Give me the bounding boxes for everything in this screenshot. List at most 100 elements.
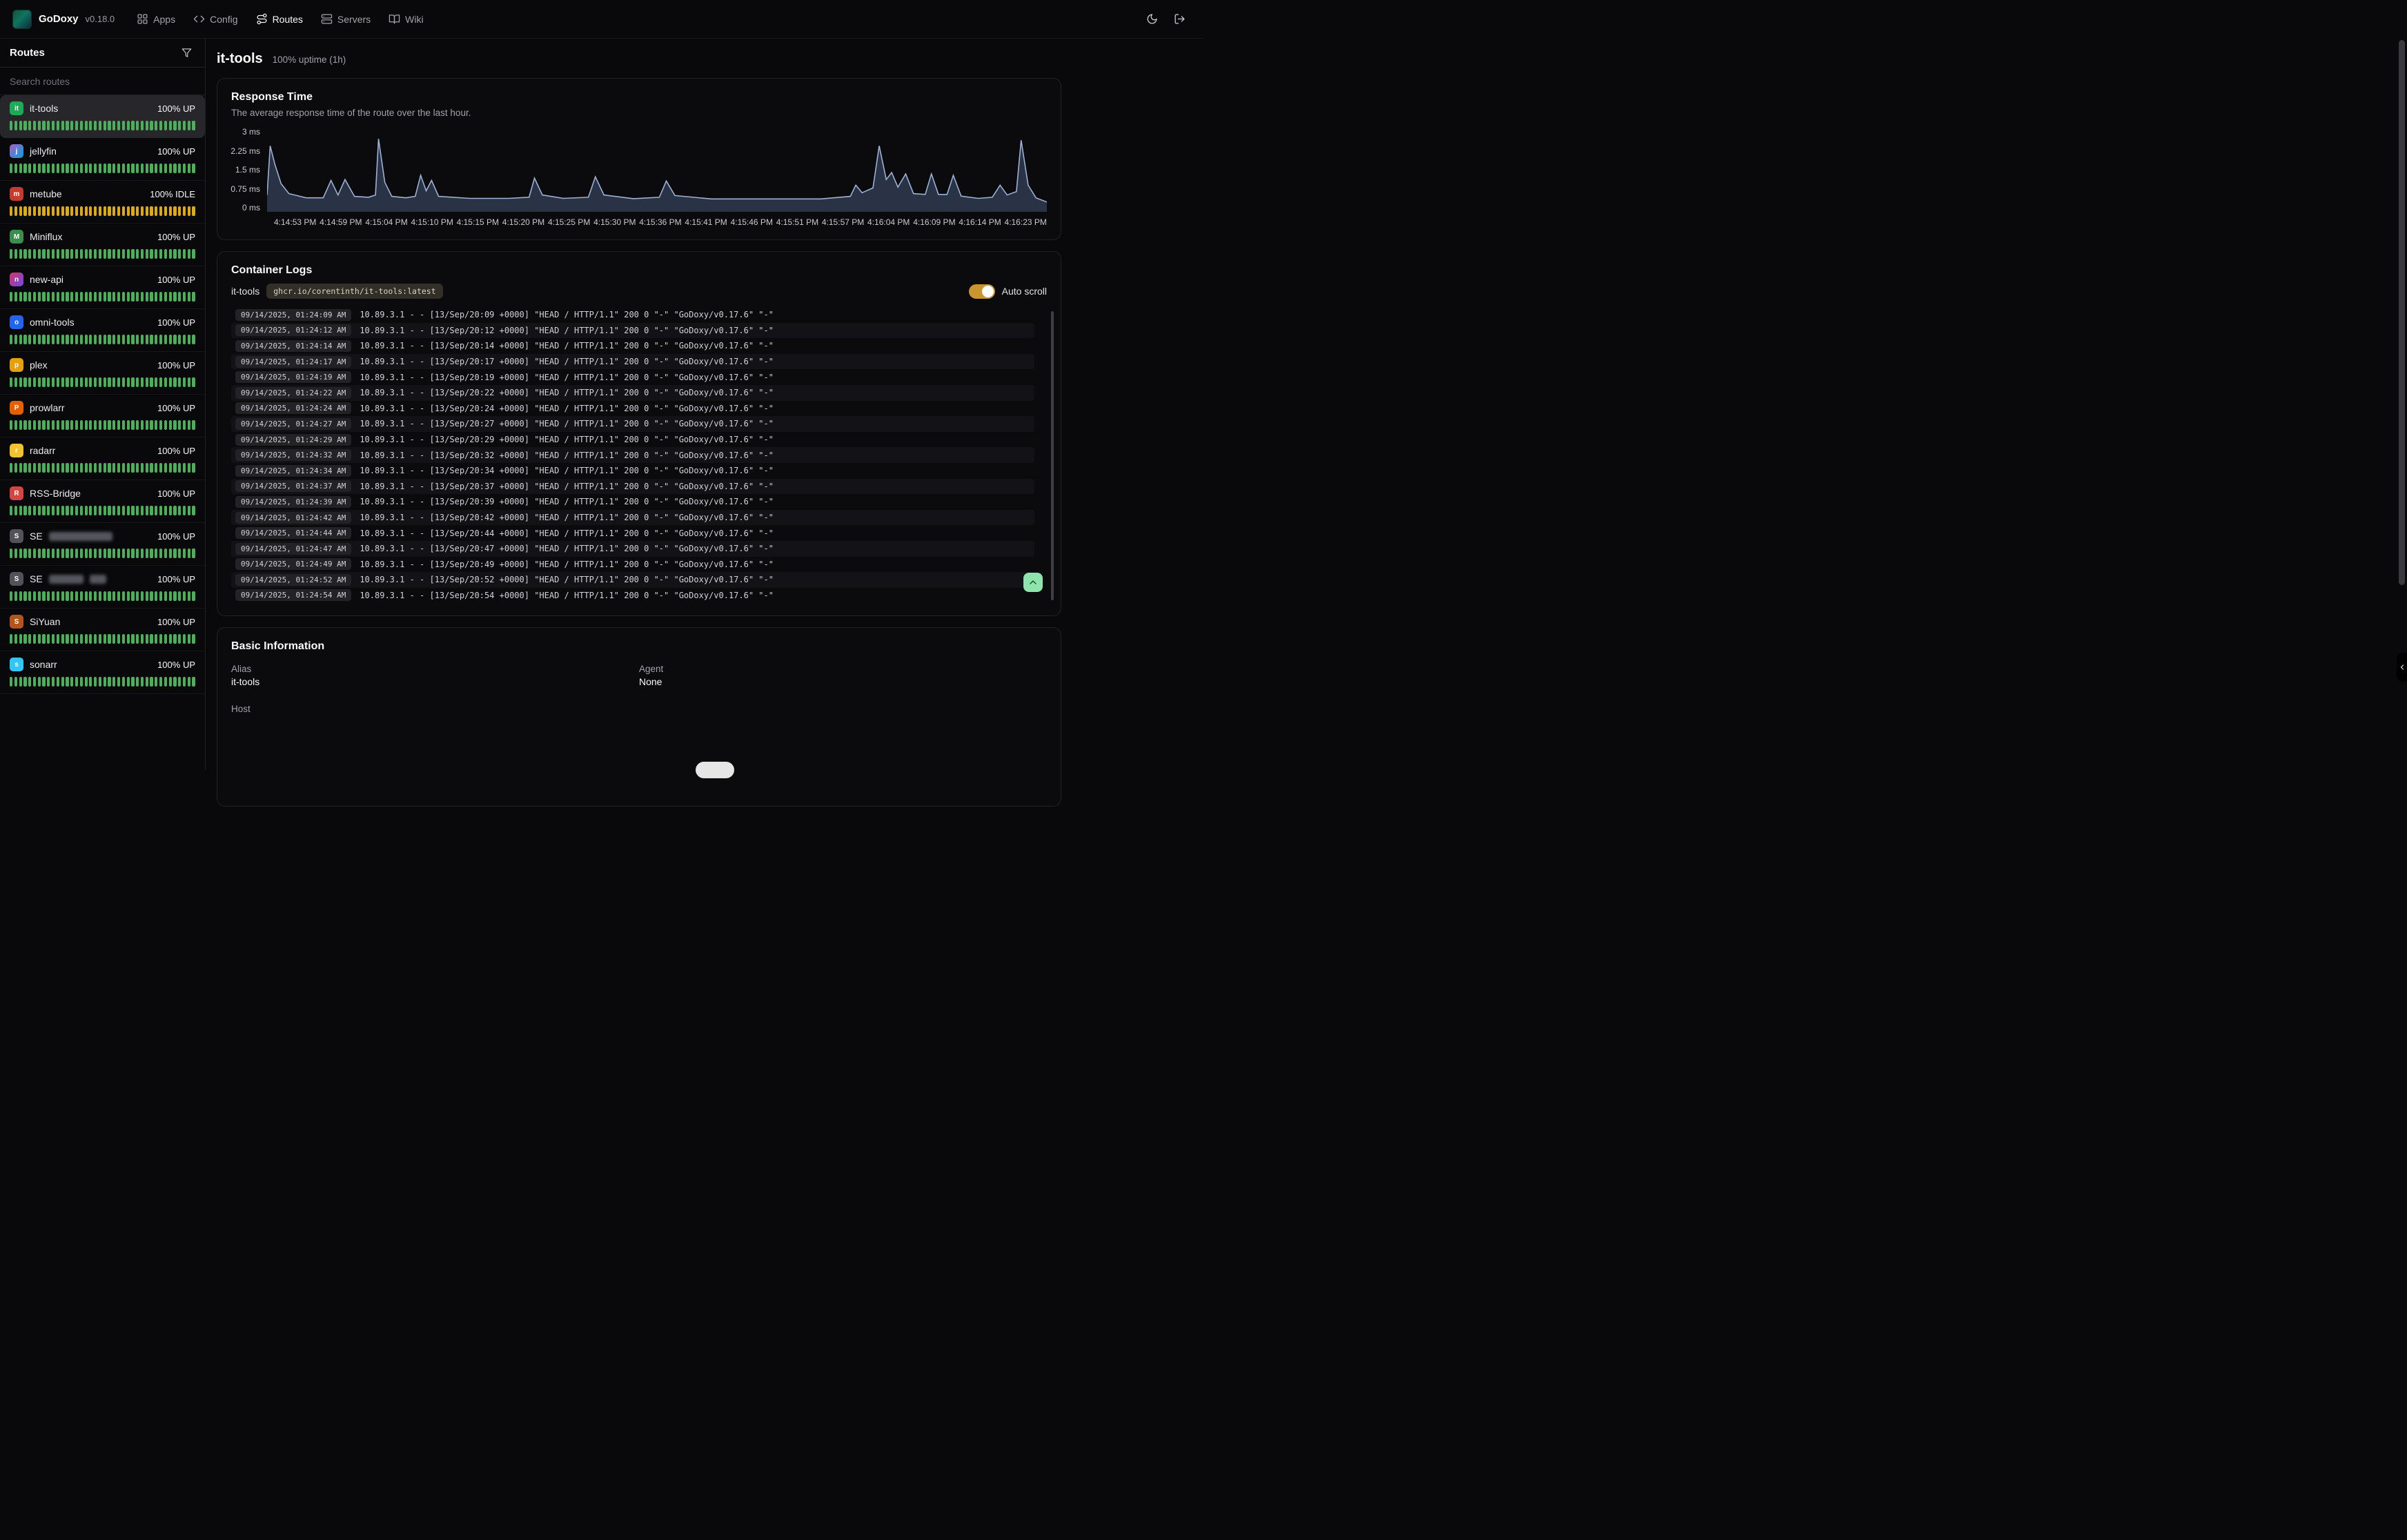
sidebar-route-miniflux[interactable]: MMiniflux100% UP [0,224,205,266]
basic-info-card: Basic Information Alias it-tools Agent N… [217,627,1061,807]
nav-apps[interactable]: Apps [137,13,175,25]
nav-routes[interactable]: Routes [256,13,303,25]
sidebar-route-radarr[interactable]: rradarr100% UP [0,437,205,480]
route-status: 100% UP [157,446,195,456]
route-row: rradarr100% UP [10,444,195,457]
log-row: 09/14/2025, 01:24:19 AM10.89.3.1 - - [13… [231,369,1034,385]
chart-y-axis: 3 ms2.25 ms1.5 ms0.75 ms0 ms [231,128,267,212]
route-name: SE [30,531,43,542]
container-logs-card: Container Logs it-tools ghcr.io/corentin… [217,251,1061,616]
route-status: 100% UP [157,232,195,242]
sidebar-route-siyuan[interactable]: SSiYuan100% UP [0,609,205,651]
log-timestamp: 09/14/2025, 01:24:54 AM [235,589,351,601]
field-agent: Agent None [639,664,1047,687]
metube-app-icon: m [10,187,23,201]
nav-servers[interactable]: Servers [321,13,371,25]
nav-label: Config [210,14,237,25]
route-status: 100% UP [157,317,195,328]
uptime-bars [10,206,195,216]
x-tick-label: 4:14:59 PM [320,217,362,227]
sidebar-route-se[interactable]: SSE100% UP [0,566,205,609]
sidebar-route-it-tools[interactable]: itit-tools100% UP [0,95,205,138]
field-label: Agent [639,664,1047,674]
log-list[interactable]: 09/14/2025, 01:24:09 AM10.89.3.1 - - [13… [231,307,1034,603]
x-tick-label: 4:15:20 PM [502,217,544,227]
sidebar-route-metube[interactable]: mmetube100% IDLE [0,181,205,224]
filter-button[interactable] [177,44,195,62]
redacted-text [49,575,83,584]
nav-wiki[interactable]: Wiki [389,13,423,25]
route-name: sonarr [30,659,57,670]
route-row: ssonarr100% UP [10,658,195,671]
response-time-chart: 3 ms2.25 ms1.5 ms0.75 ms0 ms [231,128,1047,212]
nav-config[interactable]: Config [193,13,237,25]
page-scrollbar[interactable] [2399,40,2405,585]
log-message: 10.89.3.1 - - [13/Sep/20:47 +0000] "HEAD… [360,544,774,553]
sidebar-route-rss-bridge[interactable]: RRSS-Bridge100% UP [0,480,205,523]
sidebar-route-new-api[interactable]: nnew-api100% UP [0,266,205,309]
main-nav: Apps Config Routes Servers Wiki [137,13,1123,25]
uptime-bars [10,249,195,259]
redacted-text [90,575,106,584]
y-tick-label: 3 ms [242,128,260,136]
log-message: 10.89.3.1 - - [13/Sep/20:12 +0000] "HEAD… [360,326,774,335]
route-row: pplex100% UP [10,358,195,372]
uptime-bars [10,549,195,558]
se-app-icon: S [10,572,23,586]
route-status: 100% UP [157,617,195,627]
navbar-actions [1140,8,1191,31]
sidebar-route-se[interactable]: SSE100% UP [0,523,205,566]
x-tick-label: 4:16:23 PM [1005,217,1047,227]
log-timestamp: 09/14/2025, 01:24:27 AM [235,418,351,430]
route-icon [256,13,268,25]
route-status: 100% UP [157,360,195,371]
response-time-card: Response Time The average response time … [217,78,1061,240]
sidebar-route-sonarr[interactable]: ssonarr100% UP [0,651,205,694]
field-value: None [639,676,1047,687]
log-row: 09/14/2025, 01:24:29 AM10.89.3.1 - - [13… [231,432,1034,448]
log-message: 10.89.3.1 - - [13/Sep/20:27 +0000] "HEAD… [360,419,774,428]
brand[interactable]: GoDoxy v0.18.0 [12,10,115,29]
route-name: Miniflux [30,231,62,242]
log-row: 09/14/2025, 01:24:14 AM10.89.3.1 - - [13… [231,338,1034,354]
field-alias: Alias it-tools [231,664,639,687]
nav-label: Servers [337,14,371,25]
route-name: RSS-Bridge [30,488,81,499]
route-row: oomni-tools100% UP [10,315,195,329]
log-timestamp: 09/14/2025, 01:24:39 AM [235,496,351,508]
sidebar-route-plex[interactable]: pplex100% UP [0,352,205,395]
scroll-top-button[interactable] [1023,573,1043,592]
panel-collapse-handle[interactable] [2397,653,2407,682]
x-tick-label: 4:16:09 PM [913,217,955,227]
basic-info-title: Basic Information [231,640,1047,653]
sidebar-title: Routes [10,47,45,59]
route-row: SSE100% UP [10,572,195,586]
x-tick-label: 4:15:41 PM [685,217,727,227]
log-row: 09/14/2025, 01:24:34 AM10.89.3.1 - - [13… [231,463,1034,479]
auto-scroll-toggle[interactable] [969,284,995,299]
route-row: RRSS-Bridge100% UP [10,486,195,500]
sidebar-route-jellyfin[interactable]: jjellyfin100% UP [0,138,205,181]
route-name: SiYuan [30,616,60,627]
log-row: 09/14/2025, 01:24:37 AM10.89.3.1 - - [13… [231,479,1034,495]
logs-scrollbar[interactable] [1051,311,1054,600]
sidebar-route-prowlarr[interactable]: Pprowlarr100% UP [0,395,205,437]
log-row: 09/14/2025, 01:24:42 AM10.89.3.1 - - [13… [231,510,1034,526]
search-input[interactable] [10,76,195,87]
x-tick-label: 4:15:51 PM [776,217,818,227]
log-row: 09/14/2025, 01:24:22 AM10.89.3.1 - - [13… [231,385,1034,401]
theme-toggle-button[interactable] [1140,8,1163,31]
prowlarr-app-icon: P [10,401,23,415]
logout-button[interactable] [1168,8,1191,31]
route-row: SSE100% UP [10,529,195,543]
uptime-bars [10,463,195,473]
routes-list: itit-tools100% UPjjellyfin100% UPmmetube… [0,95,205,694]
basic-info-grid: Alias it-tools Agent None Host [231,664,1047,716]
sidebar-route-omni-tools[interactable]: oomni-tools100% UP [0,309,205,352]
log-timestamp: 09/14/2025, 01:24:32 AM [235,449,351,461]
log-message: 10.89.3.1 - - [13/Sep/20:19 +0000] "HEAD… [360,373,774,382]
logs-route-name: it-tools [231,286,259,297]
it-tools-app-icon: it [10,101,23,115]
field-value: it-tools [231,676,639,687]
brand-version: v0.18.0 [86,14,115,24]
